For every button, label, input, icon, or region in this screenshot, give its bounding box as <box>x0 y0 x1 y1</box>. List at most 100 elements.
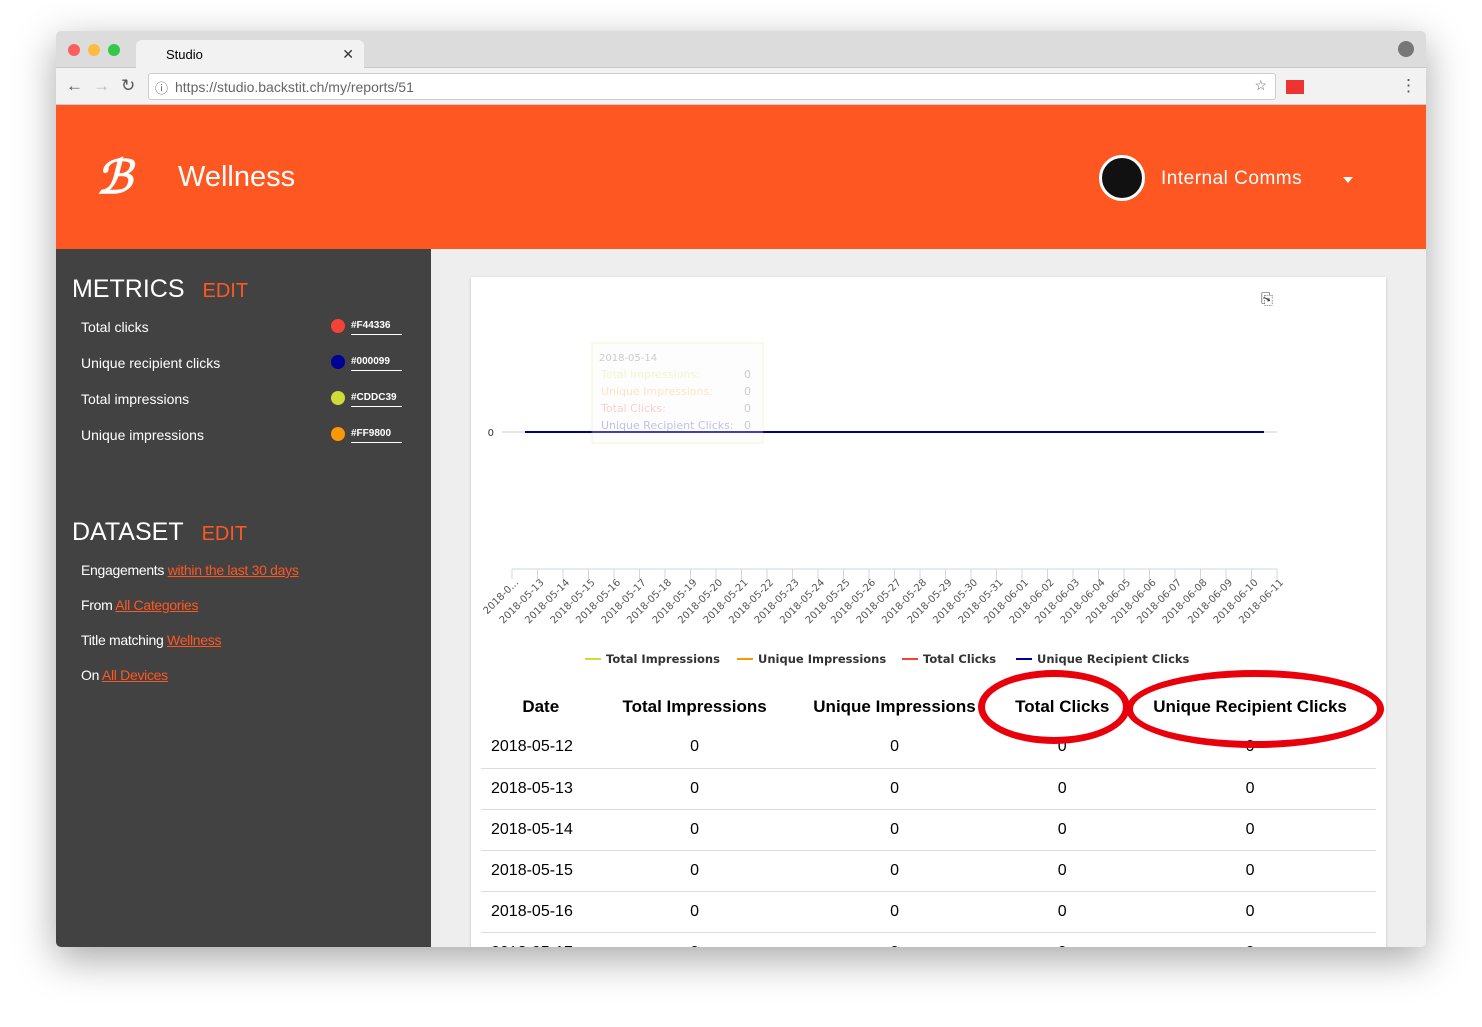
org-selector[interactable]: Internal Comms <box>1161 168 1302 190</box>
filter-label: Title matching <box>81 632 164 648</box>
reload-icon[interactable]: ↻ <box>121 76 135 96</box>
star-icon[interactable]: ☆ <box>1254 77 1267 94</box>
table-cell: 0 <box>600 768 789 810</box>
dataset-edit-button[interactable]: EDIT <box>202 523 248 545</box>
table-cell: 0 <box>600 891 789 933</box>
minimize-window-button[interactable] <box>88 44 100 56</box>
svg-text:0: 0 <box>744 368 751 381</box>
column-header[interactable]: Unique Impressions <box>789 687 1001 727</box>
metric-color-input[interactable]: #000099 <box>351 356 402 371</box>
tab-bar: Studio ✕ <box>56 31 1426 69</box>
table-cell: 2018-05-15 <box>481 850 601 892</box>
legend-item[interactable]: Total Impressions <box>606 652 720 666</box>
legend-item[interactable]: Unique Recipient Clicks <box>1037 652 1190 666</box>
table-cell: 0 <box>600 850 789 892</box>
url-input[interactable]: ⓘ https://studio.backstit.ch/my/reports/5… <box>148 73 1276 100</box>
column-header[interactable]: Date <box>481 687 600 727</box>
table-cell: 0 <box>600 809 789 851</box>
metric-label: Total clicks <box>81 319 149 335</box>
tab-title: Studio <box>166 47 203 62</box>
filter-link[interactable]: within the last 30 days <box>168 562 299 578</box>
svg-text:0: 0 <box>744 402 751 415</box>
legend-item[interactable]: Total Clicks <box>923 652 996 666</box>
table-cell: 0 <box>788 932 1001 947</box>
table-cell: 0 <box>1124 809 1376 851</box>
table-cell: 0 <box>788 850 1001 892</box>
column-header[interactable]: Total Impressions <box>600 687 788 727</box>
metric-color-input[interactable]: #CDDC39 <box>351 392 402 407</box>
y-tick-label: 0 <box>488 428 494 439</box>
table-cell: 0 <box>1000 850 1125 892</box>
table-cell: 0 <box>788 891 1001 933</box>
svg-text:Unique Impressions:: Unique Impressions: <box>601 385 713 398</box>
brand-logo[interactable]: ℬ <box>96 150 132 204</box>
metric-item: Unique recipient clicks #000099 <box>81 355 403 371</box>
table-row: 2018-05-16 0 0 0 0 <box>481 891 1376 933</box>
profile-icon[interactable] <box>1398 41 1414 57</box>
table-cell: 0 <box>600 727 789 769</box>
address-bar: ← → ↻ ⓘ https://studio.backstit.ch/my/rep… <box>56 68 1426 105</box>
svg-text:2018-05-14: 2018-05-14 <box>599 353 657 364</box>
table-cell: 2018-05-14 <box>481 809 601 851</box>
table-row: 2018-05-15 0 0 0 0 <box>481 850 1376 892</box>
metric-item: Unique impressions #FF9800 <box>81 427 403 443</box>
line-chart: 02018-0...2018-05-132018-05-142018-05-15… <box>482 342 1286 666</box>
metric-label: Total impressions <box>81 391 190 407</box>
close-window-button[interactable] <box>68 44 80 56</box>
filter-link[interactable]: All Devices <box>102 667 168 683</box>
svg-text:0: 0 <box>744 385 751 398</box>
filter-label: Engagements <box>81 562 165 578</box>
dataset-filter: Title matching Wellness <box>81 632 221 648</box>
metric-color-input[interactable]: #F44336 <box>351 320 402 335</box>
color-swatch[interactable] <box>331 355 345 369</box>
table-row: 2018-05-14 0 0 0 0 <box>481 809 1376 851</box>
table-cell: 2018-05-12 <box>481 727 601 769</box>
table-cell: 0 <box>1000 891 1125 933</box>
globe-icon <box>1099 155 1145 201</box>
color-swatch[interactable] <box>331 427 345 441</box>
table-cell: 0 <box>1124 768 1376 810</box>
info-icon: ⓘ <box>155 81 169 96</box>
dataset-filter: From All Categories <box>81 597 199 613</box>
extension-icon[interactable] <box>1286 80 1304 94</box>
filter-label: On <box>81 667 100 683</box>
menu-icon[interactable]: ⋮ <box>1400 76 1417 96</box>
color-swatch[interactable] <box>331 391 345 405</box>
close-tab-icon[interactable]: ✕ <box>342 46 354 63</box>
color-swatch[interactable] <box>331 319 345 333</box>
table-cell: 2018-05-17 <box>481 932 601 947</box>
sidebar: METRICS EDIT Total clicks #F44336 Unique re… <box>56 249 431 947</box>
filter-link[interactable]: All Categories <box>115 597 198 613</box>
filter-link[interactable]: Wellness <box>167 632 221 648</box>
metric-item: Total clicks #F44336 <box>81 319 403 335</box>
table-row: 2018-05-13 0 0 0 0 <box>481 768 1376 810</box>
app-header: ℬ Wellness Internal Comms <box>56 105 1426 249</box>
chart-tooltip: 2018-05-14 Total Impressions: 0 Unique Impr… <box>591 342 764 444</box>
table-cell: 0 <box>788 768 1001 810</box>
table-cell: 0 <box>788 727 1001 769</box>
maximize-window-button[interactable] <box>108 44 120 56</box>
forward-icon[interactable]: → <box>93 76 110 96</box>
svg-text:Total Clicks:: Total Clicks: <box>600 402 666 415</box>
back-icon[interactable]: ← <box>66 76 83 96</box>
table-cell: 0 <box>1000 768 1125 810</box>
table-row: 2018-05-170000 <box>481 932 1376 947</box>
legend-item[interactable]: Unique Impressions <box>758 652 886 666</box>
svg-text:0: 0 <box>744 419 751 432</box>
metrics-heading: METRICS EDIT <box>72 275 249 303</box>
table-cell: 0 <box>1124 891 1376 933</box>
metric-item: Total impressions #CDDC39 <box>81 391 403 407</box>
table-cell: 0 <box>1000 932 1125 947</box>
browser-tab[interactable]: Studio ✕ <box>136 40 364 69</box>
table-cell: 0 <box>1124 850 1376 892</box>
report-card: ⎘ 0 2018-0... 2018-05-13 2018-05-14 2018-05-… <box>471 277 1386 947</box>
metric-color-input[interactable]: #FF9800 <box>351 428 402 443</box>
dataset-filter: Engagements within the last 30 days <box>81 562 299 578</box>
metric-label: Unique impressions <box>81 427 204 443</box>
table-cell: 0 <box>1000 809 1125 851</box>
url-path: /my/reports/51 <box>324 79 414 95</box>
brand-title: Wellness <box>178 161 296 193</box>
chevron-down-icon[interactable] <box>1343 177 1353 188</box>
metrics-edit-button[interactable]: EDIT <box>203 280 249 302</box>
metric-label: Unique recipient clicks <box>81 355 221 371</box>
